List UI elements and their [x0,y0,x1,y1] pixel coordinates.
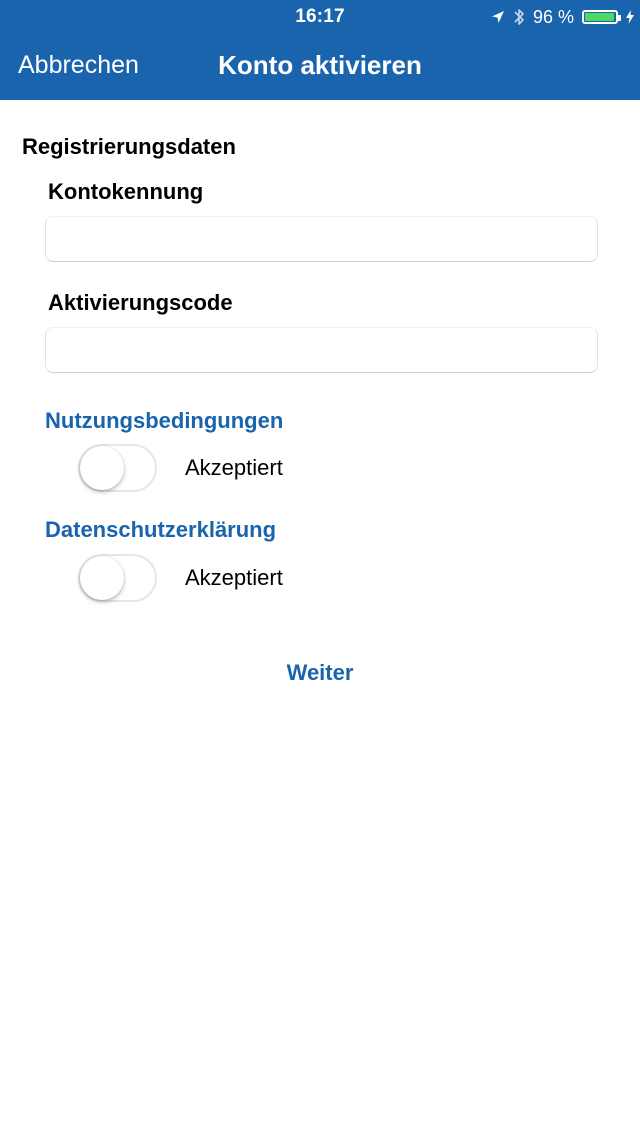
battery-icon [582,10,621,24]
registration-section-title: Registrierungsdaten [22,134,236,159]
page-title: Konto aktivieren [218,50,422,80]
status-bar: 16:17 96 % [0,0,640,34]
privacy-policy-link[interactable]: Datenschutzerklärung [45,517,276,543]
top-bar: 16:17 96 % Abbrechen Konto aktivieren [0,0,640,100]
privacy-accept-label: Akzeptiert [185,565,283,590]
terms-of-use-link[interactable]: Nutzungsbedingungen [45,408,283,434]
account-id-field[interactable] [45,216,598,262]
bluetooth-icon [513,7,525,27]
battery-percent: 96 % [532,6,574,27]
activation-code-field[interactable] [45,327,598,373]
terms-accept-row: Akzeptiert [78,444,283,492]
terms-accept-label: Akzeptiert [185,455,283,480]
status-indicators: 96 % [491,6,634,28]
privacy-accept-toggle[interactable] [78,554,157,602]
navigation-bar: Abbrechen Konto aktivieren [0,34,640,100]
next-button[interactable]: Weiter [0,660,640,686]
activate-account-screen: 16:17 96 % Abbrechen Konto aktivieren Re… [0,0,640,1136]
toggle-knob [80,556,124,600]
location-arrow-icon [491,10,505,24]
privacy-accept-row: Akzeptiert [78,554,283,602]
terms-accept-toggle[interactable] [78,444,157,492]
battery-fill [585,13,614,21]
toggle-knob [80,446,124,490]
activation-code-label: Aktivierungscode [48,290,233,315]
charging-bolt-icon [626,10,634,24]
battery-tip [618,15,621,21]
account-id-label: Kontokennung [48,179,204,204]
